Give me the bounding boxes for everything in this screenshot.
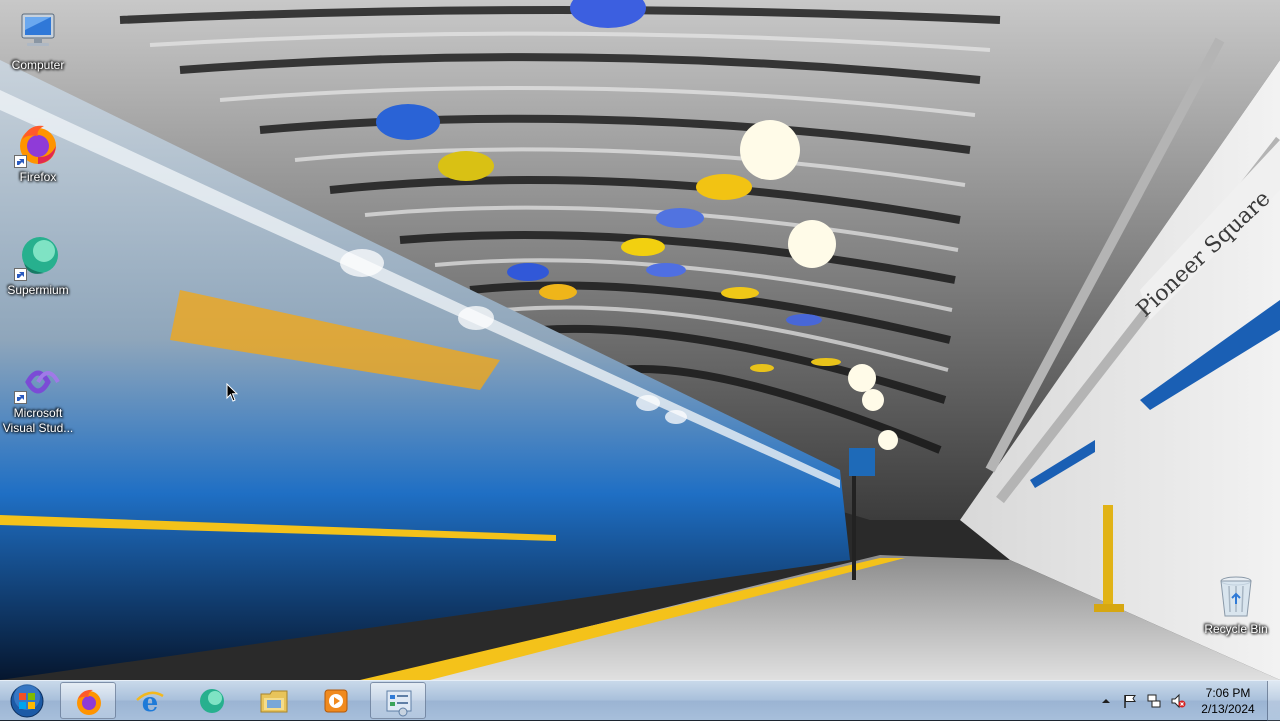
desktop-icon-label: Recycle Bin bbox=[1204, 622, 1268, 636]
taskbar-button-supermium[interactable] bbox=[184, 682, 240, 719]
taskbar-button-control-panel[interactable] bbox=[370, 682, 426, 719]
network-icon[interactable] bbox=[1146, 693, 1162, 709]
firefox-icon bbox=[77, 689, 101, 715]
taskbar-button-media-player[interactable] bbox=[308, 682, 364, 719]
volume-muted-icon[interactable] bbox=[1170, 693, 1186, 709]
clock-date: 2/13/2024 bbox=[1201, 702, 1255, 716]
shortcut-arrow-icon bbox=[14, 391, 27, 404]
shortcut-arrow-icon bbox=[14, 268, 27, 281]
taskbar-button-internet-explorer[interactable]: e bbox=[122, 682, 178, 719]
action-center-flag-icon[interactable] bbox=[1122, 693, 1138, 709]
desktop-icon-firefox[interactable]: Firefox bbox=[0, 120, 76, 185]
subway-station-wallpaper: Pioneer Square bbox=[0, 0, 1280, 680]
show-hidden-icons-arrow[interactable] bbox=[1098, 693, 1114, 709]
desktop-icon-label: Microsoft Visual Stud... bbox=[2, 406, 74, 435]
show-desktop-button[interactable] bbox=[1267, 681, 1280, 721]
taskbar-button-windows-explorer[interactable] bbox=[246, 682, 302, 719]
firefox-icon bbox=[14, 120, 62, 168]
computer-icon bbox=[14, 8, 62, 56]
visual-studio-icon bbox=[14, 356, 62, 404]
desktop[interactable]: Pioneer Square Computer Firefox Supermiu… bbox=[0, 0, 1280, 680]
windows-orb-icon bbox=[10, 684, 44, 718]
desktop-icon-visual-studio[interactable]: Microsoft Visual Stud... bbox=[0, 356, 76, 436]
desktop-icon-supermium[interactable]: Supermium bbox=[0, 233, 76, 298]
supermium-icon bbox=[14, 233, 62, 281]
recycle-bin-icon bbox=[1212, 572, 1260, 620]
start-button[interactable] bbox=[3, 681, 51, 721]
taskbar-clock[interactable]: 7:06 PM 2/13/2024 bbox=[1195, 685, 1261, 717]
desktop-icon-label: Supermium bbox=[7, 283, 69, 297]
clock-time: 7:06 PM bbox=[1205, 686, 1251, 700]
desktop-icon-label: Computer bbox=[11, 58, 65, 72]
control-panel-icon bbox=[386, 690, 412, 717]
desktop-icon-label: Firefox bbox=[19, 170, 57, 184]
mouse-pointer-icon bbox=[226, 383, 238, 402]
folder-icon bbox=[260, 690, 288, 713]
supermium-icon bbox=[200, 689, 224, 713]
shortcut-arrow-icon bbox=[14, 155, 27, 168]
system-tray: 7:06 PM 2/13/2024 bbox=[1090, 681, 1280, 721]
desktop-icon-recycle-bin[interactable]: Recycle Bin bbox=[1198, 572, 1274, 637]
taskbar: e 7:06 PM 2/13/2024 bbox=[0, 680, 1280, 721]
taskbar-button-firefox[interactable] bbox=[60, 682, 116, 719]
desktop-icon-computer[interactable]: Computer bbox=[0, 8, 76, 73]
internet-explorer-icon: e bbox=[136, 688, 164, 716]
media-player-icon bbox=[324, 689, 348, 713]
